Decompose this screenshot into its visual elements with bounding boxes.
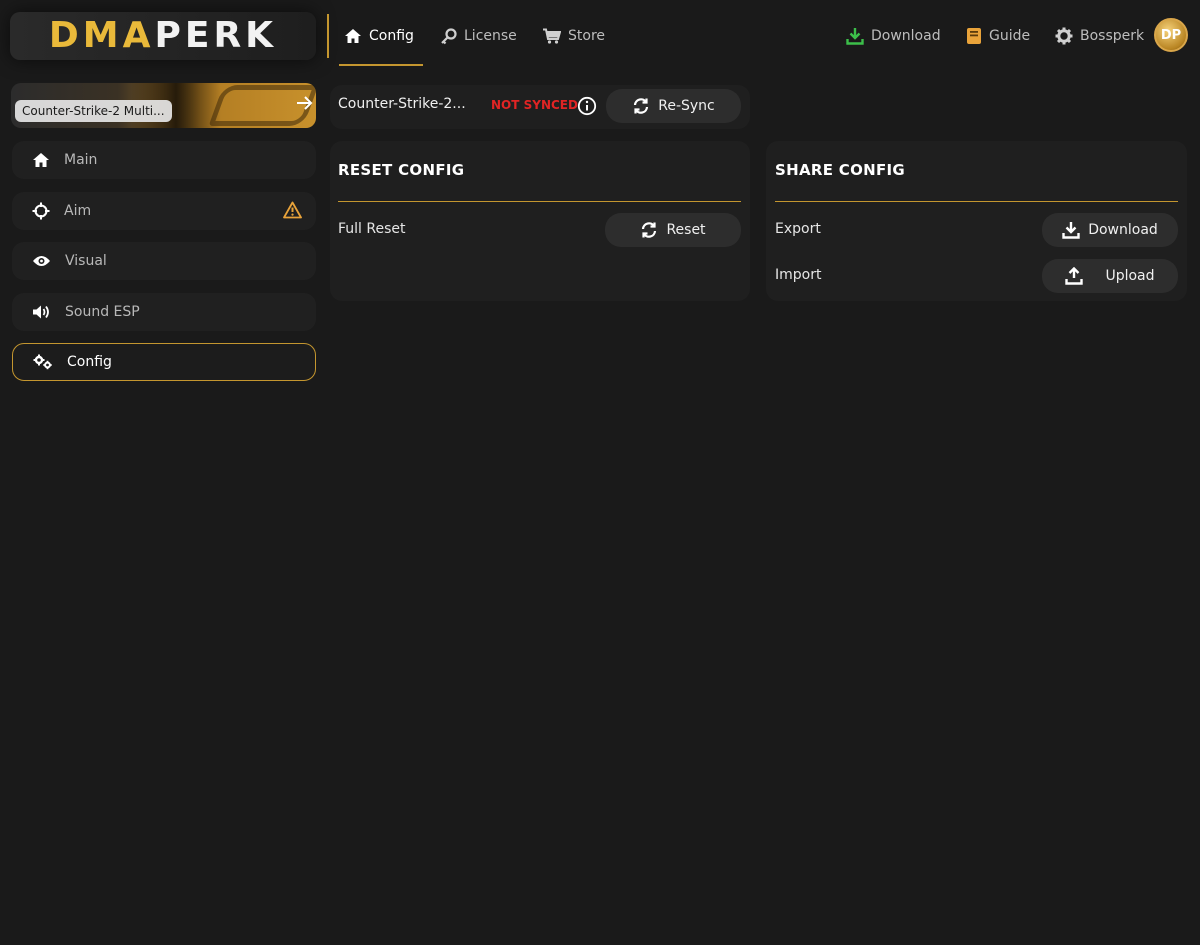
resync-button[interactable]: Re-Sync: [606, 89, 741, 123]
book-icon: [966, 27, 982, 45]
sidebar-item-label: Config: [67, 354, 112, 370]
brand-logo[interactable]: DMAPERK: [10, 12, 316, 60]
reset-config-title: RESET CONFIG: [338, 161, 465, 179]
reset-title-divider: [338, 201, 741, 202]
sync-game-name: Counter-Strike-2...: [338, 96, 466, 112]
reset-button[interactable]: Reset: [605, 213, 741, 247]
crosshair-icon: [32, 202, 50, 220]
refresh-icon: [632, 97, 650, 115]
download-link-label: Download: [871, 28, 941, 44]
download-icon: [1062, 221, 1080, 239]
full-reset-label: Full Reset: [338, 221, 406, 237]
sidebar-item-label: Aim: [64, 203, 92, 219]
avatar[interactable]: DP: [1154, 18, 1188, 52]
tab-config[interactable]: Config: [344, 22, 414, 50]
user-menu[interactable]: Bossperk: [1055, 22, 1144, 50]
download-icon: [846, 27, 864, 45]
gears-icon: [33, 354, 53, 370]
download-link[interactable]: Download: [846, 22, 941, 50]
game-banner[interactable]: Counter-Strike-2 Multi...: [11, 83, 316, 128]
eye-icon: [32, 254, 51, 268]
export-label: Export: [775, 221, 821, 237]
logo-part-2: PERK: [154, 15, 278, 56]
header-divider: [327, 14, 329, 58]
avatar-initials: DP: [1160, 27, 1182, 43]
warning-icon: [283, 201, 302, 219]
sidebar-item-sound-esp[interactable]: Sound ESP: [12, 293, 316, 331]
guide-link-label: Guide: [989, 28, 1031, 44]
share-title-divider: [775, 201, 1178, 202]
download-config-button[interactable]: Download: [1042, 213, 1178, 247]
upload-config-label: Upload: [1105, 268, 1155, 284]
sidebar-item-config[interactable]: Config: [12, 343, 316, 381]
tab-license-label: License: [464, 28, 517, 44]
home-icon: [344, 28, 362, 44]
upload-icon: [1065, 267, 1084, 285]
sidebar-item-main[interactable]: Main: [12, 141, 316, 179]
user-name: Bossperk: [1080, 28, 1145, 44]
key-icon: [440, 27, 457, 45]
sidebar-item-label: Visual: [65, 253, 107, 269]
reset-button-label: Reset: [666, 222, 706, 238]
cart-icon: [542, 28, 561, 44]
sidebar-item-visual[interactable]: Visual: [12, 242, 316, 280]
guide-link[interactable]: Guide: [966, 22, 1030, 50]
resync-button-label: Re-Sync: [658, 98, 715, 114]
sidebar-item-aim[interactable]: Aim: [12, 192, 316, 230]
import-label: Import: [775, 267, 822, 283]
info-icon[interactable]: [577, 96, 597, 120]
refresh-icon: [640, 221, 658, 239]
speaker-icon: [32, 304, 51, 320]
download-config-label: Download: [1088, 222, 1158, 238]
tab-license[interactable]: License: [440, 22, 517, 50]
arrow-right-icon: [296, 95, 314, 116]
logo-part-1: DMA: [48, 15, 155, 56]
tab-store[interactable]: Store: [542, 22, 605, 50]
home-icon: [32, 152, 50, 168]
active-tab-indicator: [339, 64, 423, 66]
sidebar-item-label: Main: [64, 152, 98, 168]
sync-status-badge: NOT SYNCED: [491, 98, 578, 112]
gear-icon: [1055, 27, 1073, 45]
share-config-title: SHARE CONFIG: [775, 161, 906, 179]
upload-config-button[interactable]: Upload: [1042, 259, 1178, 293]
tab-store-label: Store: [568, 28, 606, 44]
game-banner-label: Counter-Strike-2 Multi...: [15, 100, 172, 122]
tab-config-label: Config: [369, 28, 414, 44]
sidebar-item-label: Sound ESP: [65, 304, 140, 320]
